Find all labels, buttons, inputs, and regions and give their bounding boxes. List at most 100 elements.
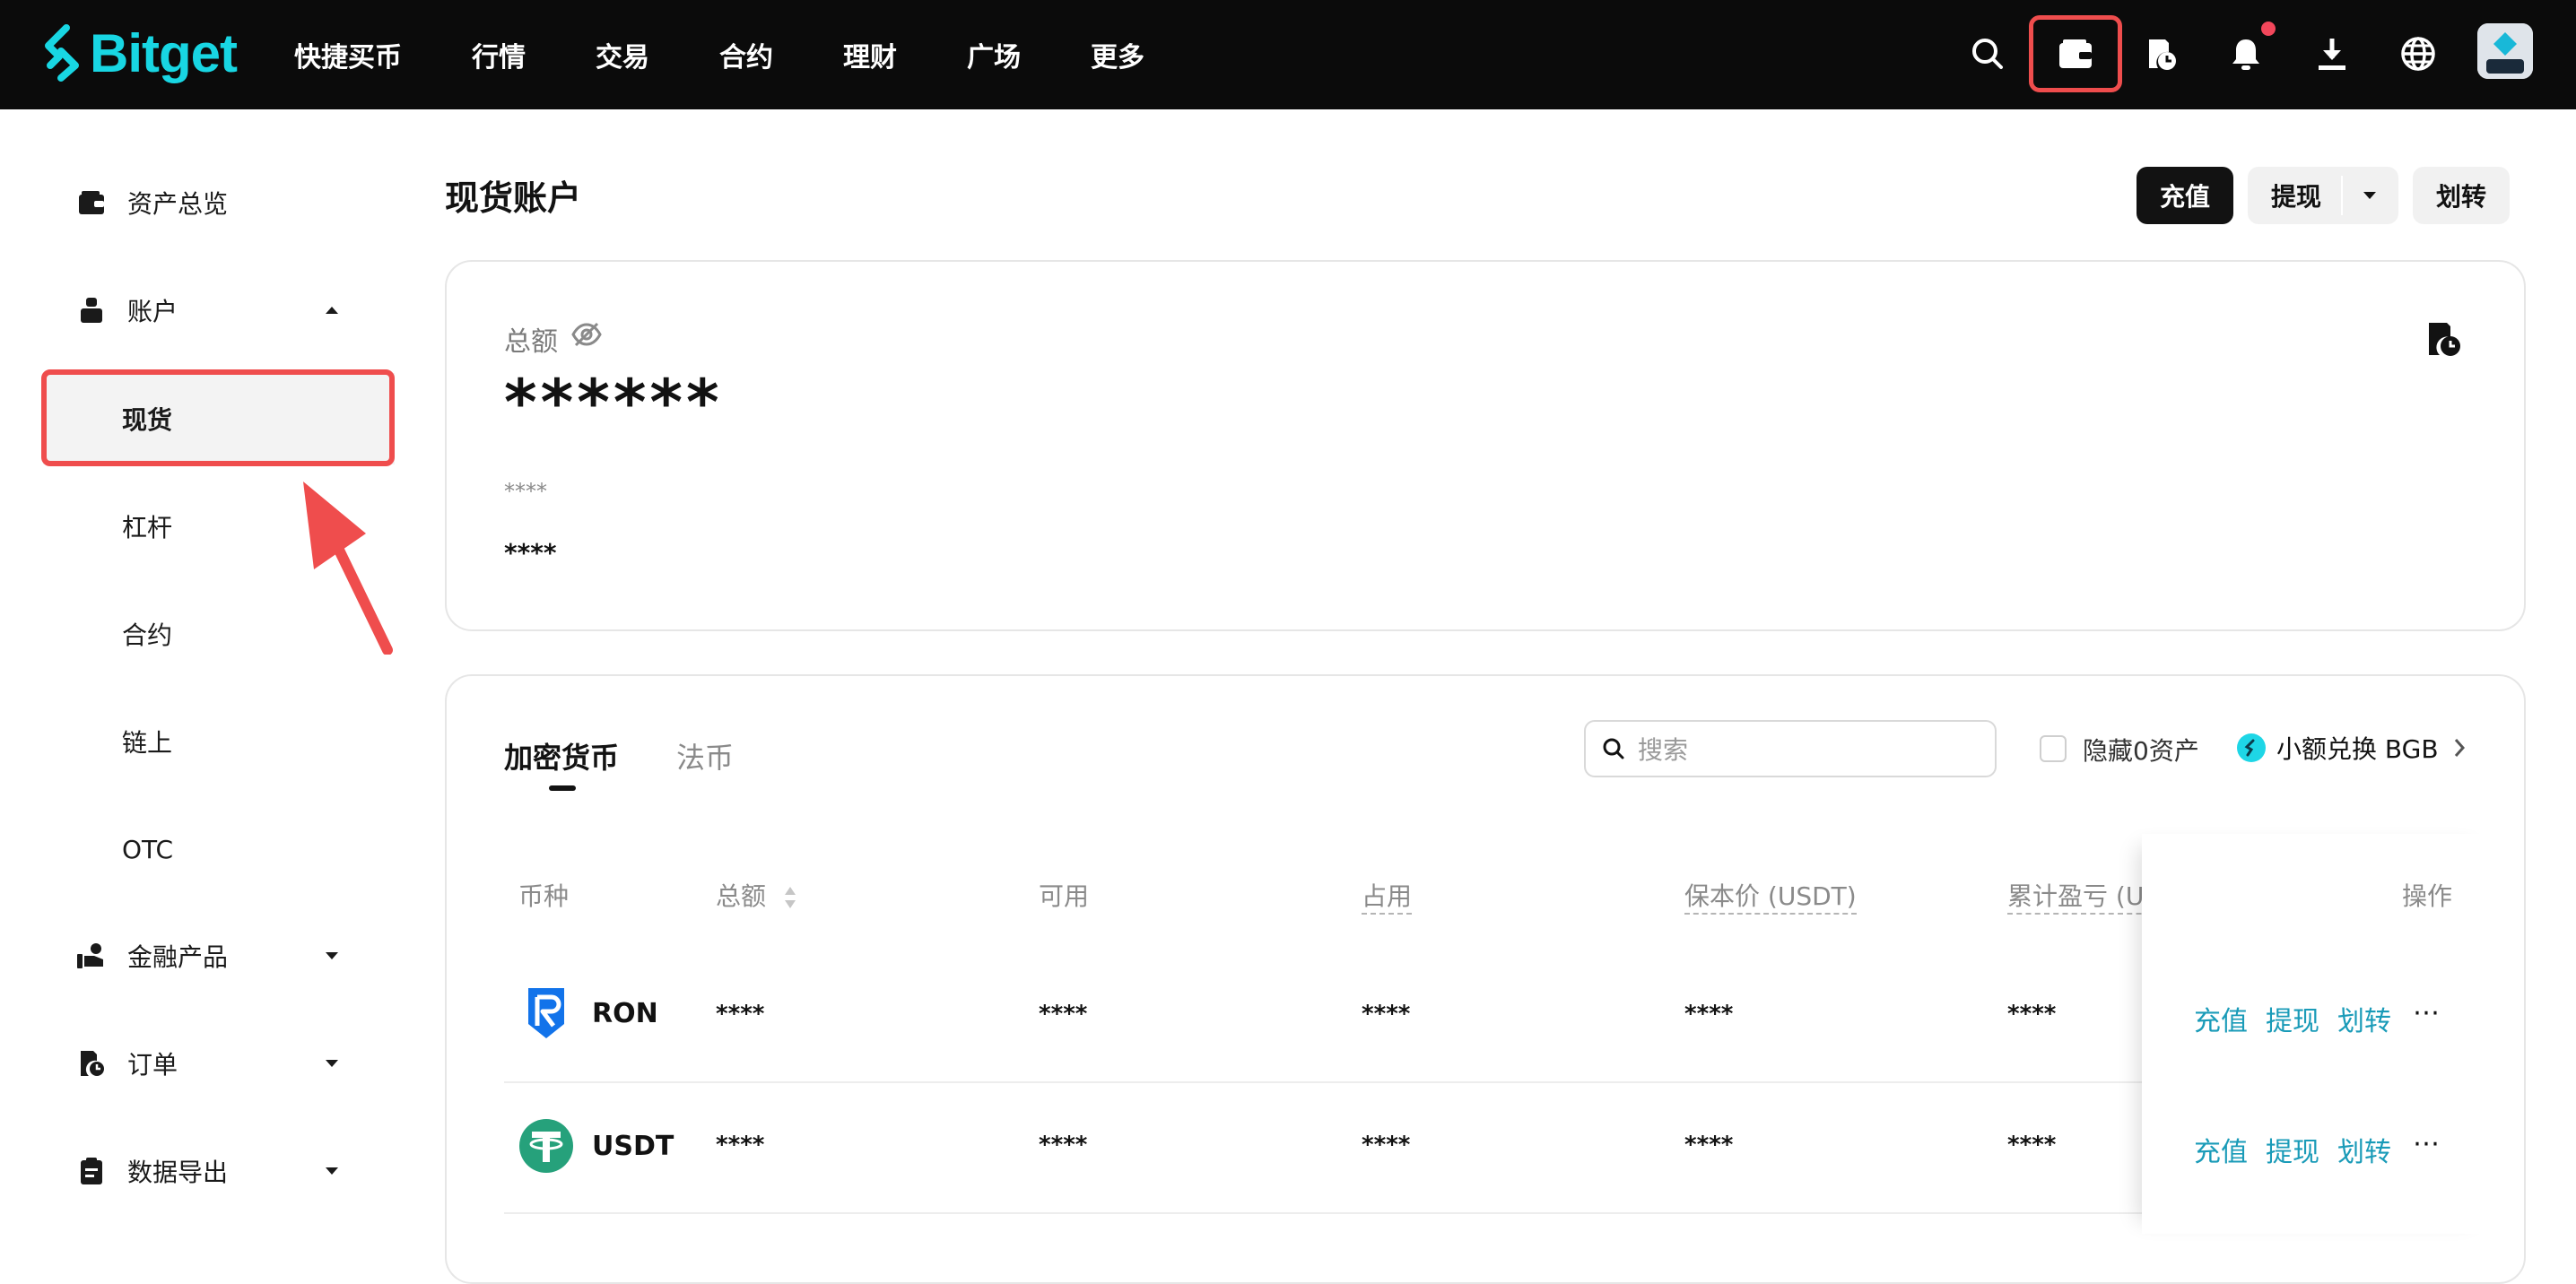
transfer-button[interactable]: 划转	[2413, 167, 2510, 224]
sidebar-item-account[interactable]: 账户	[43, 282, 402, 339]
sidebar-subitem-label: 合约	[122, 620, 173, 650]
tab-fiat[interactable]: 法币	[676, 735, 734, 776]
caret-down-icon	[326, 952, 338, 959]
withdraw-dropdown-icon[interactable]	[2341, 167, 2398, 224]
column-header-cost[interactable]: 保本价 (USDT)	[1684, 877, 1857, 915]
eye-off-icon[interactable]	[570, 321, 603, 351]
convert-label: 小额兑换 BGB	[2276, 734, 2439, 764]
coin-cell-usdt[interactable]: USDT	[518, 1118, 674, 1174]
sidebar-item-label: 数据导出	[127, 1158, 229, 1187]
tab-crypto[interactable]: 加密货币	[504, 735, 619, 776]
notification-dot	[2261, 22, 2276, 36]
globe-icon[interactable]	[2391, 27, 2445, 81]
tab-active-indicator	[549, 785, 576, 791]
column-header-total[interactable]: 总额	[716, 877, 797, 913]
sidebar-item-overview[interactable]: 资产总览	[43, 174, 402, 231]
ron-coin-icon	[518, 985, 574, 1041]
cell-available: ****	[1039, 1001, 1088, 1028]
column-header-pnl[interactable]: 累计盈亏 (US	[2007, 877, 2161, 915]
caret-down-icon	[326, 1167, 338, 1175]
search-icon[interactable]	[1961, 27, 2015, 81]
sidebar-subitem-onchain[interactable]: 链上	[43, 696, 395, 787]
sidebar-item-finance[interactable]: 金融产品	[43, 927, 402, 985]
hide-zero-label[interactable]: 隐藏0资产	[2083, 732, 2199, 768]
finance-icon	[74, 938, 109, 974]
column-header-label: 总额	[716, 881, 767, 911]
order-history-icon[interactable]	[2133, 27, 2187, 81]
chevron-right-icon	[2454, 739, 2465, 757]
more-options-icon[interactable]: ⋯	[2413, 1128, 2441, 1159]
sidebar-item-orders[interactable]: 订单	[43, 1035, 402, 1092]
wallet-icon	[74, 185, 109, 221]
sidebar-subitem-label: 杠杆	[122, 513, 173, 542]
coin-name: USDT	[592, 1130, 674, 1162]
cell-cost: ****	[1684, 1132, 1734, 1158]
sidebar-item-label: 账户	[127, 297, 178, 326]
balance-sub-value: ****	[504, 479, 547, 504]
sidebar-subitem-label: 链上	[122, 728, 173, 758]
balance-pnl-value: ****	[504, 538, 557, 568]
top-navigation-bar: Bitget 快捷买币 行情 交易 合约 理财 广场 更多	[0, 0, 2576, 109]
order-history-icon	[74, 1045, 109, 1081]
sidebar-item-export[interactable]: 数据导出	[43, 1142, 402, 1200]
coin-name: RON	[592, 997, 658, 1029]
cell-total: ****	[716, 1132, 765, 1158]
total-balance-value: ******	[504, 366, 723, 439]
column-header-label: 保本价 (USDT)	[1684, 881, 1857, 915]
user-avatar[interactable]	[2477, 23, 2533, 79]
sidebar-subitem-label: OTC	[122, 834, 174, 864]
row-transfer-link[interactable]: 划转	[2337, 999, 2391, 1038]
column-header-label: 累计盈亏 (US	[2007, 881, 2161, 915]
download-icon[interactable]	[2305, 27, 2359, 81]
caret-down-icon	[326, 1060, 338, 1067]
cell-available: ****	[1039, 1132, 1088, 1158]
sort-icon	[784, 887, 796, 908]
order-history-icon[interactable]	[2424, 319, 2463, 362]
row-deposit-link[interactable]: 充值	[2194, 1130, 2248, 1169]
sidebar-item-label: 订单	[127, 1050, 178, 1080]
coin-cell-ron[interactable]: RON	[518, 985, 658, 1041]
row-deposit-link[interactable]: 充值	[2194, 999, 2248, 1038]
search-placeholder: 搜索	[1638, 735, 1689, 765]
bitget-logo-icon	[45, 24, 79, 82]
wallet-highlight-annotation	[2029, 15, 2122, 92]
withdraw-button-label: 提现	[2271, 182, 2322, 212]
page-title: 现货账户	[445, 178, 582, 218]
nav-futures[interactable]: 合约	[719, 35, 773, 74]
cell-pnl: ****	[2007, 1132, 2057, 1158]
cell-cost: ****	[1684, 1001, 1734, 1028]
nav-markets[interactable]: 行情	[472, 35, 526, 74]
balance-card	[445, 260, 2526, 631]
search-icon	[1603, 738, 1624, 759]
convert-small-bgb-link[interactable]: 小额兑换 BGB	[2237, 730, 2466, 766]
sidebar-item-label: 金融产品	[127, 942, 229, 972]
brand-name: Bitget	[90, 22, 238, 83]
cell-total: ****	[716, 1001, 765, 1028]
bgb-icon	[2237, 733, 2266, 762]
account-icon	[74, 292, 109, 328]
sidebar-subitem-spot[interactable]: 现货	[43, 373, 395, 464]
sidebar-subitem-label: 现货	[122, 405, 173, 435]
column-header-action: 操作	[2402, 881, 2453, 911]
row-withdraw-link[interactable]: 提现	[2266, 1130, 2319, 1169]
nav-more[interactable]: 更多	[1091, 35, 1144, 74]
hide-zero-checkbox[interactable]	[2040, 735, 2067, 762]
deposit-button[interactable]: 充值	[2137, 167, 2233, 224]
sidebar-subitem-otc[interactable]: OTC	[43, 803, 395, 895]
nav-square[interactable]: 广场	[967, 35, 1021, 74]
cell-frozen: ****	[1362, 1001, 1411, 1028]
row-transfer-link[interactable]: 划转	[2337, 1130, 2391, 1169]
bitget-logo[interactable]: Bitget	[39, 20, 238, 86]
row-withdraw-link[interactable]: 提现	[2266, 999, 2319, 1038]
arrow-annotation-icon	[303, 482, 393, 655]
column-header-frozen[interactable]: 占用	[1362, 877, 1413, 915]
clipboard-icon	[74, 1153, 109, 1189]
search-input[interactable]: 搜索	[1584, 720, 1997, 777]
more-options-icon[interactable]: ⋯	[2413, 997, 2441, 1028]
cell-frozen: ****	[1362, 1132, 1411, 1158]
usdt-coin-icon	[518, 1118, 574, 1174]
nav-trade[interactable]: 交易	[596, 35, 649, 74]
caret-up-icon	[326, 307, 338, 314]
nav-quick-buy[interactable]: 快捷买币	[294, 35, 402, 74]
nav-earn[interactable]: 理财	[843, 35, 897, 74]
